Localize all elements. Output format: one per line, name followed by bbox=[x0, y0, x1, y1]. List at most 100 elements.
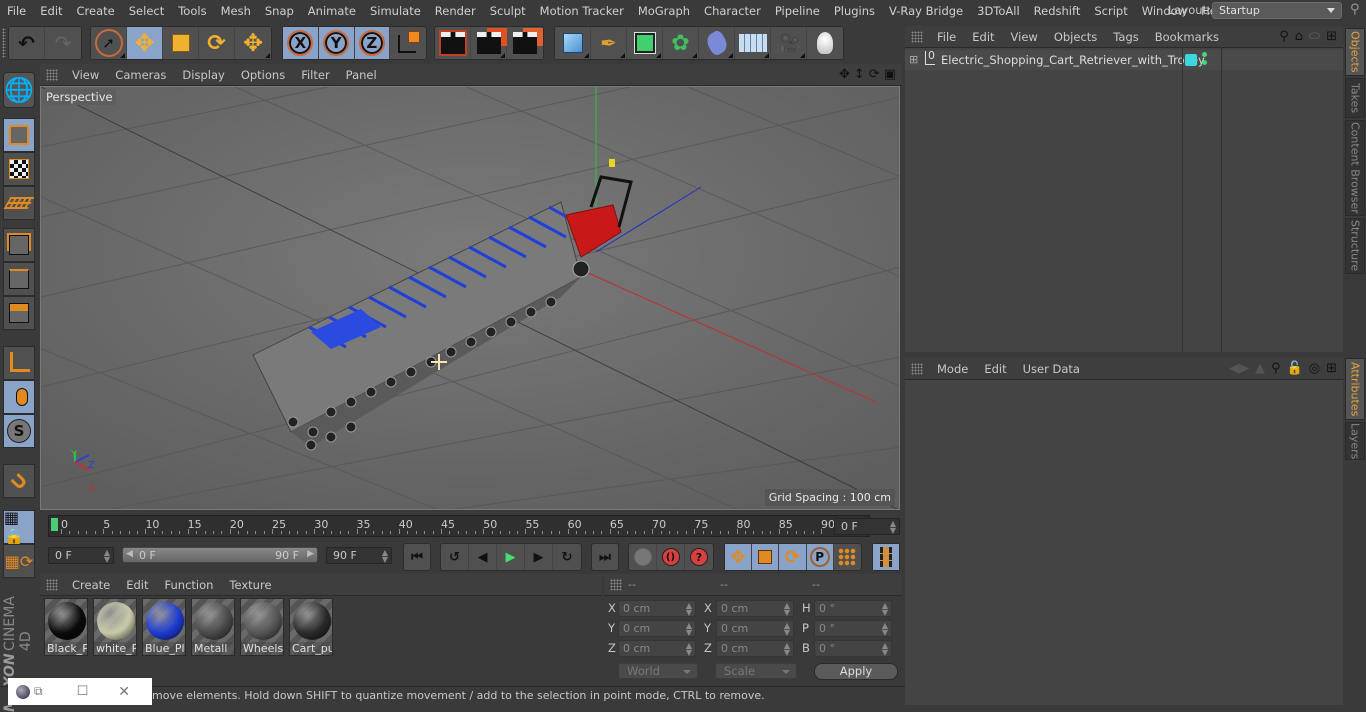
menu-select[interactable]: Select bbox=[122, 4, 171, 18]
close-icon[interactable]: ✕ bbox=[118, 684, 130, 700]
eye-toggle-icon[interactable]: ⬭ bbox=[1309, 29, 1320, 44]
y-axis-lock-button[interactable]: Y bbox=[318, 27, 355, 59]
rotate-tool-button[interactable]: ⟳ bbox=[199, 27, 235, 59]
render-settings-button[interactable] bbox=[507, 27, 543, 59]
spinner-icon[interactable]: ▲ ▼ bbox=[784, 602, 790, 617]
spinner-icon[interactable]: ▲ ▼ bbox=[686, 622, 692, 637]
menu-sculpt[interactable]: Sculpt bbox=[483, 4, 533, 18]
cube-object-button[interactable] bbox=[555, 27, 591, 59]
model-mode-button[interactable] bbox=[3, 118, 35, 152]
coordinate-system-button[interactable] bbox=[390, 27, 426, 59]
timeline-ruler[interactable]: 0 5 10 15 20 25 30 35 40 45 50 55 60 65 70 75 80 85 90 bbox=[48, 515, 870, 537]
range-right-arrow-icon[interactable]: ▶ bbox=[307, 549, 314, 559]
menu-mograph[interactable]: MoGraph bbox=[631, 4, 697, 18]
menu-render[interactable]: Render bbox=[428, 4, 483, 18]
panel-grip-icon[interactable] bbox=[911, 30, 923, 43]
menu-pipeline[interactable]: Pipeline bbox=[768, 4, 827, 18]
previous-key-button[interactable]: ↺ bbox=[441, 544, 469, 570]
material-swatch[interactable]: Wheels bbox=[240, 598, 284, 656]
tab-content-browser[interactable]: Content Browser bbox=[1345, 120, 1365, 216]
x-axis-lock-button[interactable]: X bbox=[283, 27, 319, 59]
range-left-arrow-icon[interactable]: ◀ bbox=[126, 549, 133, 559]
material-swatch[interactable]: Metall bbox=[191, 598, 235, 656]
coordinate-field[interactable]: 0 cm ▲ ▼ bbox=[618, 640, 696, 657]
home-icon[interactable]: ⌂ bbox=[1295, 29, 1303, 44]
coordinate-field[interactable]: 0 ° ▲ ▼ bbox=[814, 640, 892, 657]
layer-color-swatch[interactable] bbox=[1185, 54, 1197, 66]
magnet-button[interactable]: ∪ bbox=[3, 464, 35, 498]
menu-vray-bridge[interactable]: V-Ray Bridge bbox=[882, 4, 970, 18]
material-swatch[interactable]: white_P bbox=[93, 598, 137, 656]
scale-tool-button[interactable] bbox=[163, 27, 199, 59]
objects-menu-bookmarks[interactable]: Bookmarks bbox=[1147, 30, 1227, 44]
cloner-button[interactable]: ✿ bbox=[663, 27, 699, 59]
material-menu-function[interactable]: Function bbox=[157, 578, 222, 592]
go-to-start-button[interactable]: ⏮ bbox=[404, 544, 430, 570]
size-mode-select[interactable]: Scale bbox=[715, 663, 797, 679]
deformer-button[interactable] bbox=[699, 27, 735, 59]
coordinate-space-select[interactable]: World bbox=[618, 663, 698, 679]
position-key-button[interactable]: ✥ bbox=[725, 544, 753, 570]
spinner-icon[interactable]: ▲ ▼ bbox=[890, 520, 896, 535]
texture-mode-button[interactable] bbox=[3, 152, 35, 186]
locked-workplane-button[interactable]: ▦🔒 bbox=[3, 508, 35, 546]
redo-button[interactable]: ↷ bbox=[45, 27, 81, 59]
undo-button[interactable]: ↶ bbox=[9, 27, 45, 59]
dolly-view-icon[interactable]: ↕ bbox=[854, 67, 865, 82]
timeline-playhead[interactable] bbox=[51, 518, 58, 531]
play-button[interactable]: ▶ bbox=[497, 544, 525, 570]
menu-snap[interactable]: Snap bbox=[258, 4, 301, 18]
viewport-menu-panel[interactable]: Panel bbox=[338, 68, 385, 82]
viewport-menu-display[interactable]: Display bbox=[174, 68, 232, 82]
menu-file[interactable]: File bbox=[0, 4, 33, 18]
menu-simulate[interactable]: Simulate bbox=[363, 4, 428, 18]
coordinate-field[interactable]: 0 ° ▲ ▼ bbox=[814, 600, 892, 617]
move-tool-button[interactable]: ✥ bbox=[127, 27, 163, 59]
menu-mesh[interactable]: Mesh bbox=[214, 4, 258, 18]
spinner-icon[interactable]: ▲ ▼ bbox=[686, 602, 692, 617]
tab-layers[interactable]: Layers bbox=[1345, 422, 1365, 460]
previous-frame-button[interactable]: ◀ bbox=[469, 544, 497, 570]
polygons-mode-button[interactable] bbox=[3, 296, 35, 330]
enable-axis-button[interactable] bbox=[3, 346, 35, 380]
planar-workplane-button[interactable]: ▦⟳ bbox=[3, 544, 35, 578]
expand-icon[interactable]: ⊞ bbox=[909, 53, 918, 66]
render-view-button[interactable] bbox=[435, 27, 471, 59]
material-menu-create[interactable]: Create bbox=[64, 578, 118, 592]
next-frame-button[interactable]: ▶ bbox=[525, 544, 553, 570]
spinner-icon[interactable]: ▲ ▼ bbox=[104, 549, 110, 564]
panel-grip-icon[interactable] bbox=[46, 578, 58, 591]
attributes-menu-edit[interactable]: Edit bbox=[976, 362, 1014, 376]
material-menu-edit[interactable]: Edit bbox=[118, 578, 156, 592]
frame-range-slider[interactable]: ◀ 0 F 90 F ▶ bbox=[122, 547, 318, 563]
make-editable-button[interactable]: 🌐 bbox=[3, 72, 35, 108]
spinner-icon[interactable]: ▲ ▼ bbox=[882, 642, 888, 657]
recent-tool-button[interactable]: ✥ bbox=[235, 27, 271, 59]
scale-key-button[interactable] bbox=[752, 544, 780, 570]
next-key-button[interactable]: ↻ bbox=[553, 544, 581, 570]
objects-menu-file[interactable]: File bbox=[929, 30, 964, 44]
z-axis-lock-button[interactable]: Z bbox=[354, 27, 391, 59]
orbit-view-icon[interactable]: ⟳ bbox=[869, 67, 880, 82]
workplane-mode-button[interactable] bbox=[3, 186, 35, 220]
material-swatch[interactable]: Blue_Pla bbox=[142, 598, 186, 656]
editor-visibility-dot[interactable] bbox=[1202, 52, 1207, 57]
keyframe-selection-button[interactable]: ? bbox=[685, 544, 713, 570]
column-divider[interactable] bbox=[1182, 48, 1183, 352]
rotation-key-button[interactable]: ⟳ bbox=[779, 544, 807, 570]
menu-motion-tracker[interactable]: Motion Tracker bbox=[533, 4, 631, 18]
render-visibility-dot[interactable] bbox=[1202, 60, 1207, 65]
object-name[interactable]: Electric_Shopping_Cart_Retriever_with_Tr… bbox=[941, 53, 1205, 67]
points-mode-button[interactable] bbox=[3, 228, 35, 262]
subdivision-surface-button[interactable] bbox=[627, 27, 663, 59]
objects-menu-edit[interactable]: Edit bbox=[964, 30, 1002, 44]
spinner-icon[interactable]: ▲ ▼ bbox=[382, 549, 388, 564]
maximize-icon[interactable]: ☐ bbox=[77, 684, 89, 699]
new-panel-icon[interactable]: ⊞ bbox=[1326, 29, 1337, 44]
pan-view-icon[interactable]: ✥ bbox=[839, 67, 850, 82]
toolbar-grip[interactable] bbox=[2, 28, 6, 58]
objects-menu-tags[interactable]: Tags bbox=[1105, 30, 1146, 44]
search-icon[interactable]: ⚲ bbox=[1350, 2, 1360, 17]
camera-button[interactable]: 🎥 bbox=[771, 27, 807, 59]
tab-objects[interactable]: Objects bbox=[1345, 28, 1365, 76]
